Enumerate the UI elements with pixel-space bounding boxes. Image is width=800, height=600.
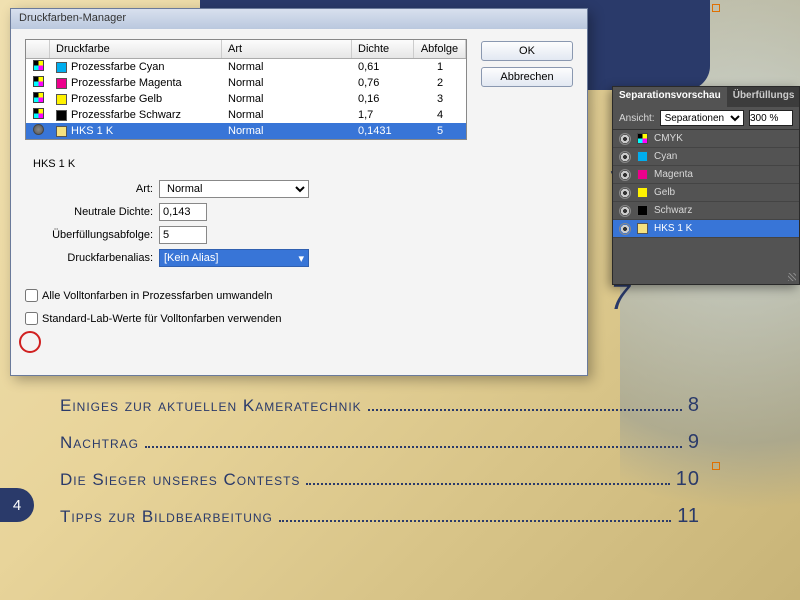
separation-item[interactable]: Schwarz: [613, 202, 799, 220]
process-ink-icon: [33, 76, 44, 87]
ink-art: Normal: [222, 92, 352, 106]
ink-row[interactable]: Prozessfarbe Cyan Normal0,611: [26, 59, 466, 75]
crop-mark: [712, 4, 720, 12]
separation-list: CMYK Cyan Magenta Gelb Schwarz HKS 1 K: [613, 129, 799, 238]
ink-swatch: [56, 94, 67, 105]
use-lab-label: Standard-Lab-Werte für Volltonfarben ver…: [42, 313, 282, 325]
zoom-input[interactable]: [749, 110, 793, 126]
tab-separations-preview[interactable]: Separationsvorschau: [613, 87, 727, 107]
ink-art: Normal: [222, 60, 352, 74]
visibility-eye-icon[interactable]: [619, 151, 631, 163]
table-header: Druckfarbe Art Dichte Abfolge: [26, 40, 466, 59]
separation-item[interactable]: CMYK: [613, 130, 799, 148]
ink-density: 0,1431: [352, 124, 414, 138]
separation-name: Schwarz: [654, 205, 692, 216]
process-ink-icon: [33, 108, 44, 119]
panel-tabs: Separationsvorschau Überfüllungs Redu: [613, 87, 799, 107]
column-icon: [26, 40, 50, 58]
toc-line: Nachtrag9: [60, 431, 700, 454]
ink-seq: 2: [414, 76, 466, 90]
separation-name: CMYK: [654, 133, 683, 144]
ink-name: HKS 1 K: [71, 125, 113, 137]
view-label: Ansicht:: [619, 113, 655, 124]
dialog-title[interactable]: Druckfarben-Manager: [11, 9, 587, 29]
view-select[interactable]: Separationen: [660, 110, 744, 126]
alias-label: Druckfarbenalias:: [25, 252, 153, 264]
visibility-eye-icon[interactable]: [619, 133, 631, 145]
separation-name: HKS 1 K: [654, 223, 692, 234]
separation-item[interactable]: Magenta: [613, 166, 799, 184]
ink-table[interactable]: Druckfarbe Art Dichte Abfolge Prozessfar…: [25, 39, 467, 140]
alias-select[interactable]: [Kein Alias]▾: [159, 249, 309, 267]
ink-row[interactable]: Prozessfarbe Gelb Normal0,163: [26, 91, 466, 107]
ink-swatch: [637, 205, 648, 216]
resize-grip-icon[interactable]: [788, 273, 796, 281]
ink-name: Prozessfarbe Magenta: [71, 77, 182, 89]
ink-seq: 3: [414, 92, 466, 106]
ink-swatch: [56, 110, 67, 121]
visibility-eye-icon[interactable]: [619, 187, 631, 199]
separation-item[interactable]: HKS 1 K: [613, 220, 799, 238]
ink-row[interactable]: Prozessfarbe Schwarz Normal1,74: [26, 107, 466, 123]
spot-ink-icon: [33, 124, 44, 135]
ink-art: Normal: [222, 108, 352, 122]
seq-input[interactable]: [159, 226, 207, 244]
process-ink-icon: [33, 92, 44, 103]
ink-swatch: [637, 223, 648, 234]
ink-art: Normal: [222, 76, 352, 90]
tab-trap[interactable]: Überfüllungs: [727, 87, 800, 107]
ink-swatch: [637, 151, 648, 162]
ink-detail-group: HKS 1 K Art: Normal Neutrale Dichte: Übe…: [25, 158, 385, 267]
visibility-eye-icon[interactable]: [619, 169, 631, 181]
art-select[interactable]: Normal: [159, 180, 309, 198]
separations-panel[interactable]: Separationsvorschau Überfüllungs Redu An…: [612, 86, 800, 285]
ok-button[interactable]: OK: [481, 41, 573, 61]
ink-row[interactable]: Prozessfarbe Magenta Normal0,762: [26, 75, 466, 91]
chevron-down-icon: ▾: [298, 252, 304, 265]
separation-name: Gelb: [654, 187, 675, 198]
ink-swatch: [637, 169, 648, 180]
use-lab-checkbox[interactable]: [25, 312, 38, 325]
density-input[interactable]: [159, 203, 207, 221]
separation-name: Magenta: [654, 169, 693, 180]
toc-line: Einiges zur aktuellen Kameratechnik8: [60, 394, 700, 417]
ink-density: 1,7: [352, 108, 414, 122]
seq-label: Überfüllungsabfolge:: [25, 229, 153, 241]
toc: Einiges zur aktuellen Kameratechnik8 Nac…: [60, 380, 700, 542]
density-label: Neutrale Dichte:: [25, 206, 153, 218]
ink-swatch: [56, 62, 67, 73]
ink-density: 0,61: [352, 60, 414, 74]
visibility-eye-icon[interactable]: [619, 205, 631, 217]
art-label: Art:: [25, 183, 153, 195]
ink-seq: 5: [414, 124, 466, 138]
annotation-circle: [19, 331, 41, 353]
ink-art: Normal: [222, 124, 352, 138]
ink-name: Prozessfarbe Schwarz: [71, 109, 181, 121]
convert-spot-checkbox[interactable]: [25, 289, 38, 302]
ink-seq: 4: [414, 108, 466, 122]
process-ink-icon: [33, 60, 44, 71]
ink-density: 0,76: [352, 76, 414, 90]
ink-manager-dialog: Druckfarben-Manager Druckfarbe Art Dicht…: [10, 8, 588, 376]
ink-seq: 1: [414, 60, 466, 74]
detail-title: HKS 1 K: [33, 158, 385, 170]
toc-line: Die Sieger unseres Contests10: [60, 468, 700, 491]
ink-swatch: [56, 78, 67, 89]
separation-item[interactable]: Cyan: [613, 148, 799, 166]
convert-spot-label: Alle Volltonfarben in Prozessfarben umwa…: [42, 290, 273, 302]
separation-name: Cyan: [654, 151, 677, 162]
cancel-button[interactable]: Abbrechen: [481, 67, 573, 87]
page-number-badge: 4: [0, 488, 34, 522]
separation-item[interactable]: Gelb: [613, 184, 799, 202]
ink-name: Prozessfarbe Cyan: [71, 61, 165, 73]
ink-density: 0,16: [352, 92, 414, 106]
ink-swatch: [637, 187, 648, 198]
toc-line: Tipps zur Bildbearbeitung11: [60, 505, 700, 528]
visibility-eye-icon[interactable]: [619, 223, 631, 235]
ink-row[interactable]: HKS 1 K Normal0,14315: [26, 123, 466, 139]
cmyk-icon: [637, 133, 648, 144]
ink-swatch: [56, 126, 67, 137]
crop-mark: [712, 462, 720, 470]
ink-name: Prozessfarbe Gelb: [71, 93, 162, 105]
